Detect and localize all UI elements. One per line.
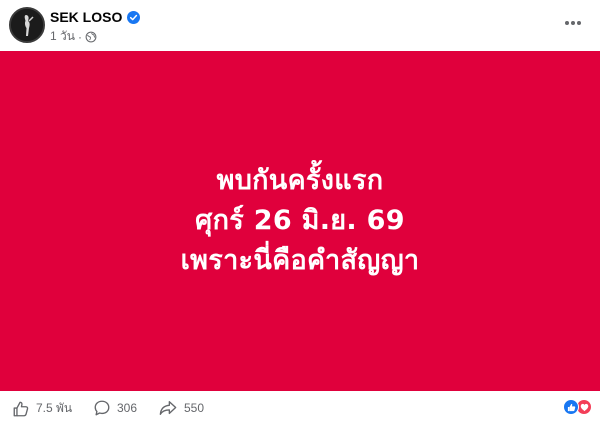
- comment-count: 306: [117, 401, 138, 415]
- banner-line-3: เพราะนี่คือคำสัญญา: [180, 245, 420, 276]
- post-header: SEK LOSO 1 วัน ·: [0, 0, 600, 50]
- facebook-post: SEK LOSO 1 วัน · พบกันครั้งแรก ศุกร์ 26 …: [0, 0, 600, 425]
- meta-separator: ·: [77, 29, 82, 44]
- post-timestamp[interactable]: 1 วัน: [50, 27, 75, 46]
- avatar-image: [11, 9, 43, 41]
- verified-badge-icon: [127, 10, 141, 24]
- like-reaction-icon: [563, 399, 579, 415]
- post-meta: 1 วัน ·: [50, 27, 97, 46]
- thumbs-up-icon: [13, 401, 29, 416]
- banner-line-2: ศุกร์ 26 มิ.ย. 69: [195, 205, 405, 236]
- share-arrow-icon: [159, 401, 177, 415]
- share-count: 550: [184, 401, 205, 415]
- more-horizontal-icon: [565, 21, 581, 25]
- share-button[interactable]: 550: [158, 399, 204, 417]
- like-count: 7.5 พัน: [36, 401, 73, 415]
- comment-button[interactable]: 306: [93, 399, 137, 417]
- globe-icon: [85, 31, 97, 42]
- banner-line-1: พบกันครั้งแรก: [216, 165, 384, 196]
- more-options-button[interactable]: [560, 10, 586, 36]
- author-name-row: SEK LOSO: [50, 9, 141, 25]
- author-name[interactable]: SEK LOSO: [50, 9, 122, 25]
- comment-bubble-icon: [94, 400, 110, 416]
- author-avatar[interactable]: [9, 7, 45, 43]
- like-button[interactable]: 7.5 พัน: [12, 399, 72, 418]
- post-footer: 7.5 พัน 306 550: [0, 391, 600, 425]
- post-image-banner[interactable]: พบกันครั้งแรก ศุกร์ 26 มิ.ย. 69 เพราะนี่…: [0, 51, 600, 391]
- reaction-summary[interactable]: [563, 399, 592, 415]
